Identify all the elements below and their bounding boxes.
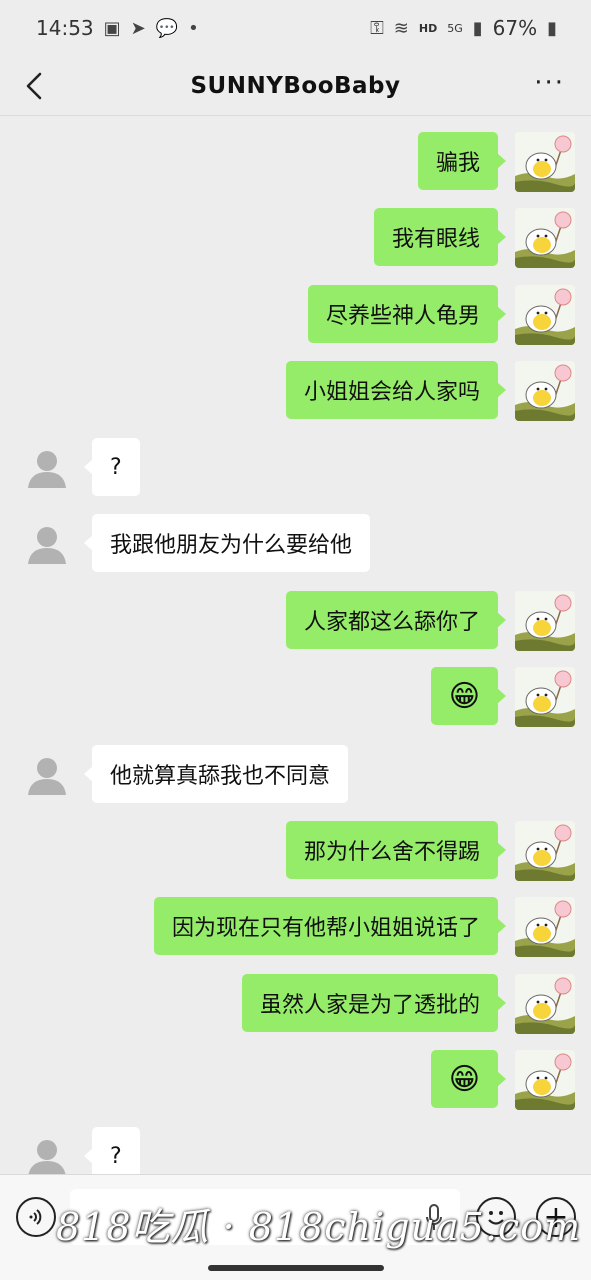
message-row: 因为现在只有他帮小姐姐说话了	[0, 897, 591, 957]
message-row: 😁	[0, 667, 591, 727]
message-text: 骗我	[435, 151, 480, 176]
my-avatar[interactable]	[515, 132, 575, 192]
sent-bubble[interactable]: 人家都这么舔你了	[285, 591, 507, 649]
sent-bubble[interactable]: 因为现在只有他帮小姐姐说话了	[153, 897, 507, 955]
sent-bubble[interactable]: 骗我	[417, 132, 507, 190]
my-avatar[interactable]	[515, 667, 575, 727]
message-row: 人家都这么舔你了	[0, 591, 591, 651]
contact-avatar[interactable]	[26, 524, 68, 564]
battery-icon: ▮	[547, 17, 557, 39]
dot-icon: •	[188, 17, 199, 39]
chat-header: SUNNYBooBaby ···	[0, 56, 591, 116]
received-bubble[interactable]: ?	[84, 438, 140, 496]
signal-label: 5G	[447, 21, 463, 35]
received-bubble[interactable]: 我跟他朋友为什么要给他	[83, 514, 371, 572]
wifi-icon: ≋	[393, 17, 409, 39]
received-bubble[interactable]: 他就算真舔我也不同意	[83, 745, 349, 803]
status-bar: 14:53 ▣ ➤ 💬 • ⚿ ≋ HD 5G ▮ 67% ▮	[0, 0, 591, 56]
telegram-icon: ➤	[130, 17, 146, 39]
message-text: 人家都这么舔你了	[303, 610, 480, 635]
message-text: 😁	[448, 678, 480, 714]
more-dots-icon[interactable]: ···	[534, 68, 565, 98]
message-text: 他就算真舔我也不同意	[110, 764, 331, 789]
message-text: 我跟他朋友为什么要给他	[110, 533, 353, 558]
sent-bubble[interactable]: 我有眼线	[373, 208, 507, 266]
sent-bubble[interactable]: 小姐姐会给人家吗	[285, 361, 507, 419]
my-avatar[interactable]	[515, 591, 575, 651]
status-left: 14:53 ▣ ➤ 💬 •	[36, 16, 199, 40]
message-text: ?	[110, 1143, 122, 1169]
my-avatar[interactable]	[515, 1050, 575, 1110]
chat-title: SUNNYBooBaby	[190, 72, 401, 99]
contact-avatar[interactable]	[26, 755, 68, 795]
sent-bubble[interactable]: 尽养些神人龟男	[307, 285, 507, 343]
home-indicator[interactable]	[208, 1265, 384, 1271]
status-time: 14:53	[36, 16, 94, 40]
my-avatar[interactable]	[515, 974, 575, 1034]
sent-bubble[interactable]: 😁	[430, 667, 507, 725]
sent-bubble[interactable]: 虽然人家是为了透批的	[241, 974, 507, 1032]
signal-icon: ▮	[472, 17, 483, 39]
message-text: 😁	[448, 1061, 480, 1097]
gallery-icon: ▣	[103, 17, 121, 39]
status-right: ⚿ ≋ HD 5G ▮ 67% ▮	[370, 16, 557, 40]
message-row: 他就算真舔我也不同意	[0, 745, 591, 805]
my-avatar[interactable]	[515, 285, 575, 345]
chevron-left-icon[interactable]	[20, 66, 50, 106]
watermark: 818吃瓜 · 818chigua5.com	[56, 1205, 582, 1249]
message-row: 我跟他朋友为什么要给他	[0, 514, 591, 574]
message-text: 小姐姐会给人家吗	[303, 380, 480, 405]
contact-avatar[interactable]	[26, 448, 68, 488]
message-text: 虽然人家是为了透批的	[259, 993, 480, 1018]
message-text: ?	[110, 454, 122, 480]
message-row: 小姐姐会给人家吗	[0, 361, 591, 421]
key-icon: ⚿	[370, 17, 384, 39]
message-text: 尽养些神人龟男	[325, 304, 480, 329]
message-text: 那为什么舍不得踢	[303, 840, 480, 865]
my-avatar[interactable]	[515, 897, 575, 957]
message-text: 我有眼线	[391, 227, 480, 252]
chat-icon: 💬	[155, 17, 179, 39]
my-avatar[interactable]	[515, 361, 575, 421]
my-avatar[interactable]	[515, 821, 575, 881]
message-row: 那为什么舍不得踢	[0, 821, 591, 881]
message-row: 尽养些神人龟男	[0, 285, 591, 345]
message-row: 😁	[0, 1050, 591, 1110]
sent-bubble[interactable]: 那为什么舍不得踢	[285, 821, 507, 879]
battery-percent: 67%	[492, 16, 538, 40]
message-text: 因为现在只有他帮小姐姐说话了	[171, 916, 480, 941]
message-row: 虽然人家是为了透批的	[0, 974, 591, 1034]
message-row: 我有眼线	[0, 208, 591, 268]
message-row: 骗我	[0, 132, 591, 192]
message-row: ?	[0, 438, 591, 498]
voice-icon[interactable]	[16, 1197, 56, 1237]
contact-avatar[interactable]	[26, 1137, 68, 1177]
hd-label: HD	[418, 21, 438, 35]
sent-bubble[interactable]: 😁	[430, 1050, 507, 1108]
my-avatar[interactable]	[515, 208, 575, 268]
